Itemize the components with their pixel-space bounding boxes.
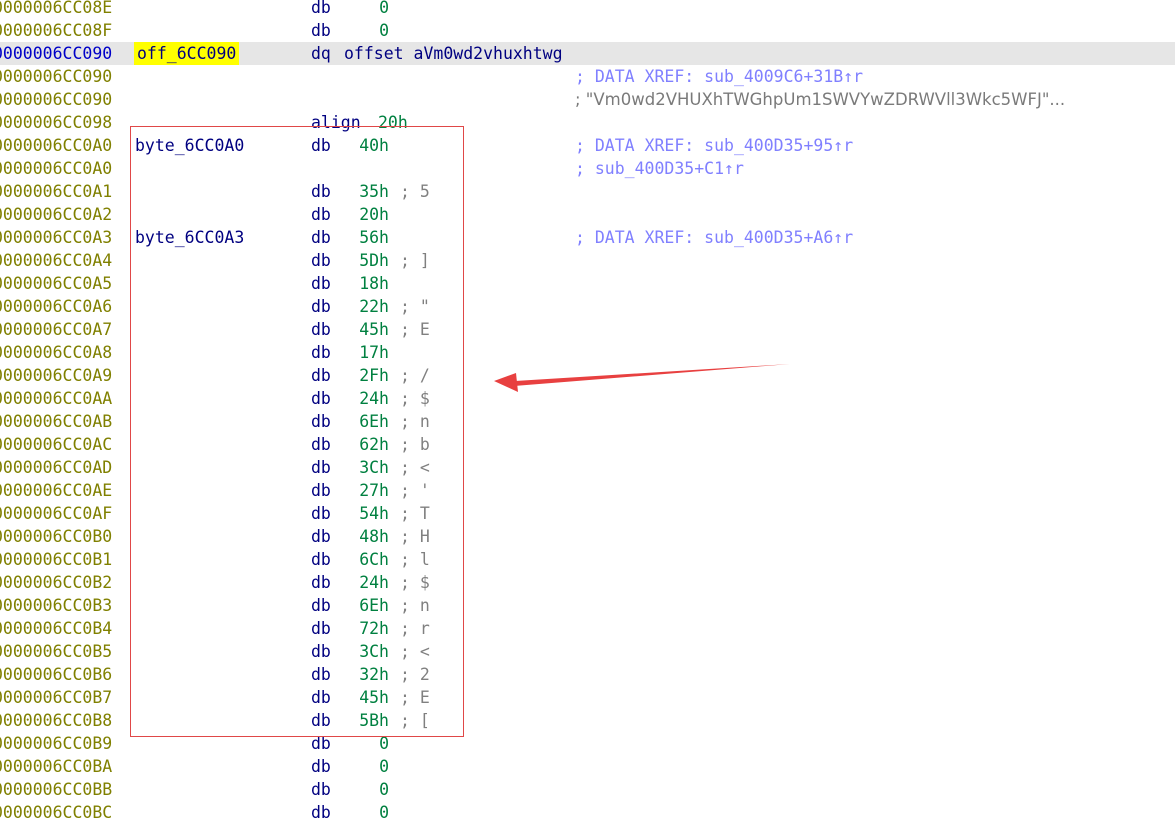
line-label[interactable]: off_6CC090	[134, 42, 240, 65]
line-operand: 0	[379, 757, 389, 776]
listing-line[interactable]: 0000006CC08F db 0	[0, 19, 1175, 42]
line-operand[interactable]: offset aVm0wd2vhuxhtwg	[344, 42, 563, 65]
line-operand: 0	[379, 0, 389, 17]
line-address: 0000006CC090	[0, 90, 113, 109]
line-comment[interactable]: ; DATA XREF: sub_400D35+A6↑r	[575, 226, 853, 249]
line-mnemonic: dq	[311, 44, 331, 63]
line-operand: 0	[379, 780, 389, 799]
listing-line[interactable]: 0000006CC0BA db 0	[0, 755, 1175, 778]
line-address: 0000006CC090	[0, 44, 113, 63]
line-comment[interactable]: ; DATA XREF: sub_400D35+95↑r	[575, 134, 853, 157]
line-operand: 0	[379, 21, 389, 40]
line-comment[interactable]: ; sub_400D35+C1↑r	[575, 157, 744, 180]
listing-line[interactable]: 0000006CC08E db 0	[0, 0, 1175, 19]
listing-line[interactable]: 0000006CC090 off_6CC090 dq offset aVm0wd2vh…	[0, 42, 1175, 65]
line-comment: ; "Vm0wd2VHUXhTWGhpUm1SWVYwZDRWVll3Wkc5W…	[575, 90, 1066, 109]
line-address: 0000006CC090	[0, 67, 113, 86]
line-address: 0000006CC098	[0, 113, 113, 132]
listing-line[interactable]: 0000006CC0BB db 0	[0, 778, 1175, 801]
line-comment[interactable]: ; DATA XREF: sub_4009C6+31B↑r	[575, 65, 863, 88]
annotation-red-rectangle	[130, 126, 464, 737]
line-address: 0000006CC0A0	[0, 159, 113, 178]
listing-line[interactable]: 0000006CC090 ; "Vm0wd2VHUXhTWGhpUm1SWVYwZ…	[0, 88, 1175, 111]
listing-line[interactable]: 0000006CC090 ; DATA XREF: sub_4009C6+31B↑…	[0, 65, 1175, 88]
